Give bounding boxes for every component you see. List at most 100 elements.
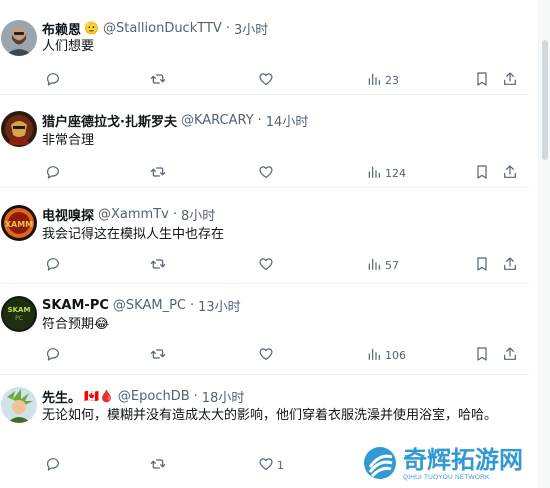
separator-dot: · bbox=[225, 20, 230, 36]
separator-dot: · bbox=[172, 206, 177, 222]
bookmark-button[interactable] bbox=[474, 70, 490, 90]
avatar[interactable] bbox=[1, 20, 37, 56]
like-button[interactable]: 1 bbox=[258, 455, 284, 475]
like-button[interactable] bbox=[258, 255, 277, 275]
separator-dot: · bbox=[189, 297, 195, 313]
views-count: 106 bbox=[385, 348, 406, 362]
user-handle[interactable]: @StallionDuckTTV bbox=[103, 21, 222, 36]
retweet-button[interactable] bbox=[150, 455, 169, 475]
tweet-text: 无论如何，模糊并没有造成太大的影响，他们穿着衣服洗澡并使用浴室，哈哈。 bbox=[42, 408, 498, 423]
reply-icon bbox=[45, 346, 61, 365]
timestamp[interactable]: 3小时 bbox=[234, 19, 268, 38]
retweet-button[interactable] bbox=[150, 70, 169, 90]
share-icon bbox=[502, 346, 518, 365]
bar-chart-icon bbox=[366, 256, 382, 275]
watermark-logo-icon bbox=[364, 447, 396, 479]
separator-dot: · bbox=[257, 112, 262, 128]
scrollbar-thumb[interactable] bbox=[542, 40, 548, 160]
tweet[interactable]: 布赖恩 🫡 @StallionDuckTTV · 3小时 人们想要 23 bbox=[0, 0, 530, 94]
tweet-text: 人们想要 bbox=[42, 39, 95, 54]
svg-text:XAMM: XAMM bbox=[5, 220, 33, 229]
bookmark-button[interactable] bbox=[474, 163, 490, 183]
user-handle[interactable]: @KARCARY bbox=[181, 113, 254, 128]
display-name[interactable]: 先生。 bbox=[42, 387, 81, 406]
retweet-icon bbox=[150, 346, 166, 365]
display-name[interactable]: 电视嗅探 bbox=[42, 205, 94, 224]
share-icon bbox=[502, 71, 518, 90]
name-emoji: 🫡 bbox=[84, 21, 99, 35]
watermark-subtitle: QIHUI TUOYOU NETWORK bbox=[403, 473, 490, 481]
reply-icon bbox=[45, 71, 61, 90]
reply-button[interactable] bbox=[45, 255, 64, 275]
avatar[interactable] bbox=[1, 111, 37, 147]
bookmark-icon bbox=[474, 346, 490, 365]
user-handle[interactable]: @SKAM_PC bbox=[113, 298, 186, 313]
tweet[interactable]: XAMM 电视嗅探 @XammTv · 8小时 我会记得这在模拟人生中也存在 5… bbox=[0, 187, 530, 283]
bookmark-icon bbox=[474, 71, 490, 90]
timestamp[interactable]: 13小时 bbox=[198, 296, 241, 315]
action-bar: 106 bbox=[42, 345, 520, 365]
heart-icon bbox=[258, 164, 274, 183]
retweet-icon bbox=[150, 71, 166, 90]
retweet-button[interactable] bbox=[150, 255, 169, 275]
separator-dot: · bbox=[193, 388, 198, 404]
bar-chart-icon bbox=[366, 346, 382, 365]
reply-icon bbox=[45, 164, 61, 183]
share-button[interactable] bbox=[502, 255, 518, 275]
bar-chart-icon bbox=[366, 164, 382, 183]
action-bar: 57 bbox=[42, 255, 520, 275]
display-name[interactable]: 猎户座德拉戈·扎斯罗夫 bbox=[42, 111, 177, 130]
bookmark-button[interactable] bbox=[474, 345, 490, 365]
avatar[interactable]: XAMM bbox=[1, 205, 37, 241]
retweet-button[interactable] bbox=[150, 163, 169, 183]
reply-button[interactable] bbox=[45, 345, 64, 365]
user-handle[interactable]: @EpochDB bbox=[118, 389, 190, 404]
like-button[interactable] bbox=[258, 70, 277, 90]
share-button[interactable] bbox=[502, 345, 518, 365]
tweet-text: 我会记得这在模拟人生中也存在 bbox=[42, 227, 225, 242]
timestamp[interactable]: 8小时 bbox=[181, 205, 215, 224]
heart-icon bbox=[258, 456, 274, 475]
tweet-text: 符合预期😂 bbox=[42, 317, 110, 332]
svg-text:SKAM: SKAM bbox=[8, 306, 31, 314]
tweet-header: 先生。 🇨🇦🩸 @EpochDB · 18小时 bbox=[42, 386, 244, 406]
avatar[interactable] bbox=[1, 387, 37, 423]
svg-text:PC: PC bbox=[15, 315, 23, 322]
like-count: 1 bbox=[277, 458, 284, 472]
views-button[interactable]: 23 bbox=[366, 70, 399, 90]
share-button[interactable] bbox=[502, 70, 518, 90]
reply-button[interactable] bbox=[45, 455, 64, 475]
scrollbar[interactable] bbox=[538, 0, 550, 488]
like-button[interactable] bbox=[258, 163, 277, 183]
avatar[interactable]: SKAM PC bbox=[1, 296, 37, 332]
like-button[interactable] bbox=[258, 345, 277, 365]
tweet[interactable]: SKAM PC SKAM-PC @SKAM_PC · 13小时 符合预期😂 106 bbox=[0, 283, 530, 374]
share-button[interactable] bbox=[502, 163, 518, 183]
views-count: 124 bbox=[385, 166, 406, 180]
retweet-button[interactable] bbox=[150, 345, 169, 365]
display-name[interactable]: 布赖恩 bbox=[42, 19, 81, 38]
timestamp[interactable]: 14小时 bbox=[266, 111, 309, 130]
retweet-icon bbox=[150, 456, 166, 475]
share-icon bbox=[502, 256, 518, 275]
timestamp[interactable]: 18小时 bbox=[202, 387, 245, 406]
reply-button[interactable] bbox=[45, 70, 64, 90]
bookmark-icon bbox=[474, 164, 490, 183]
tweet[interactable]: 猎户座德拉戈·扎斯罗夫 @KARCARY · 14小时 非常合理 124 bbox=[0, 94, 530, 187]
heart-icon bbox=[258, 71, 274, 90]
views-button[interactable]: 124 bbox=[366, 163, 406, 183]
tweet-header: 猎户座德拉戈·扎斯罗夫 @KARCARY · 14小时 bbox=[42, 110, 308, 130]
heart-icon bbox=[258, 256, 274, 275]
views-count: 57 bbox=[385, 258, 399, 272]
tweet-header: 电视嗅探 @XammTv · 8小时 bbox=[42, 204, 215, 224]
name-emoji: 🇨🇦🩸 bbox=[84, 389, 114, 403]
bookmark-icon bbox=[474, 256, 490, 275]
tweet-header: 布赖恩 🫡 @StallionDuckTTV · 3小时 bbox=[42, 18, 268, 38]
reply-button[interactable] bbox=[45, 163, 64, 183]
user-handle[interactable]: @XammTv bbox=[98, 207, 169, 222]
reply-icon bbox=[45, 456, 61, 475]
display-name[interactable]: SKAM-PC bbox=[42, 298, 109, 313]
bookmark-button[interactable] bbox=[474, 255, 490, 275]
views-button[interactable]: 57 bbox=[366, 255, 399, 275]
views-button[interactable]: 106 bbox=[366, 345, 406, 365]
